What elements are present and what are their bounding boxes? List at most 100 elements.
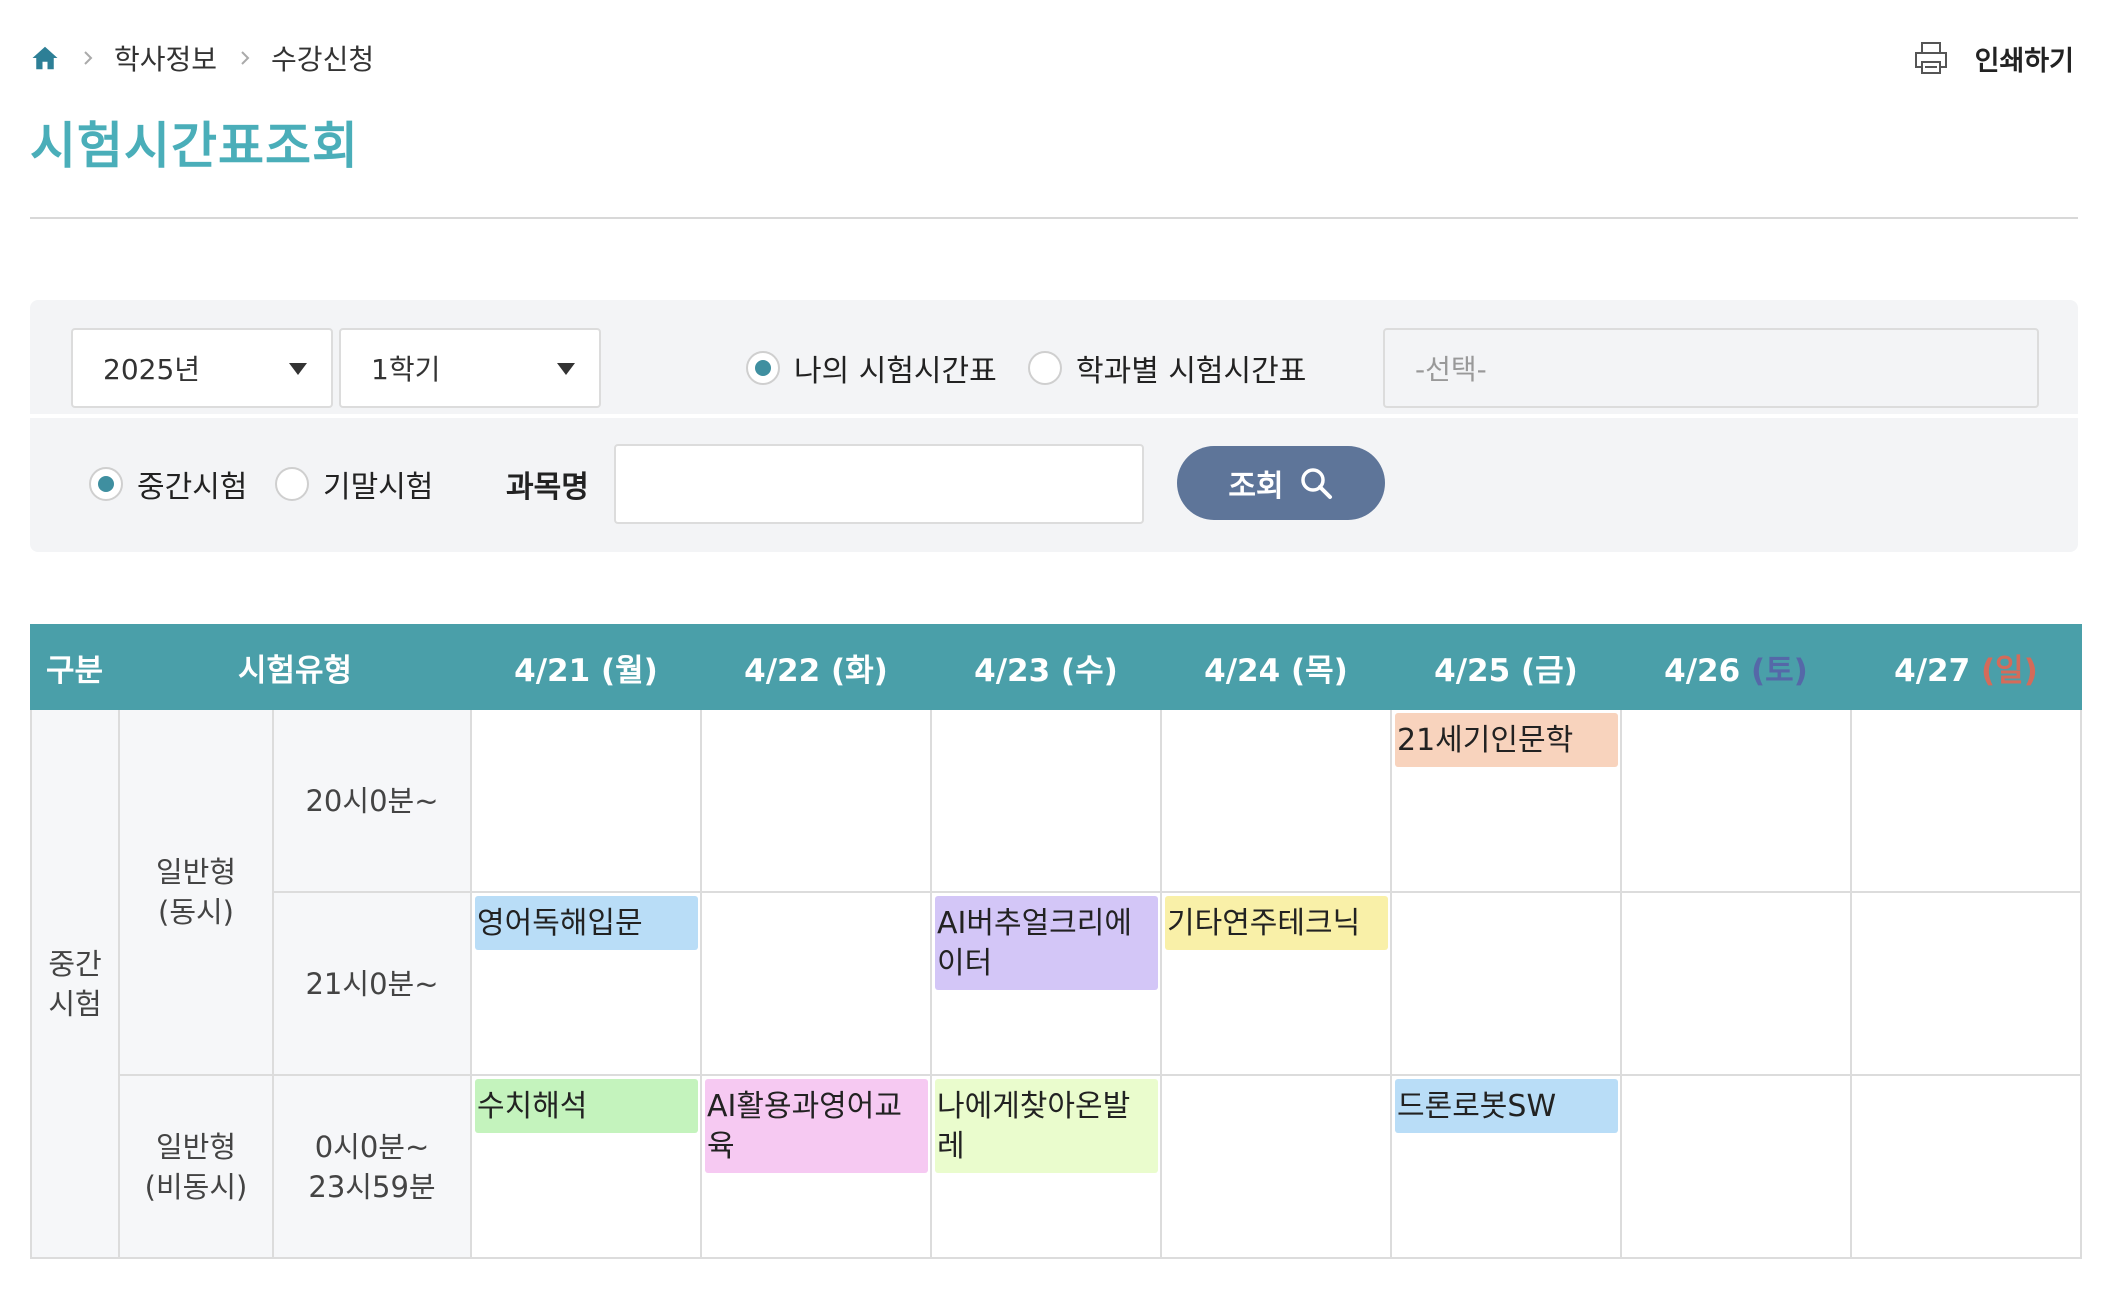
exam-event[interactable]: 영어독해입문 bbox=[475, 896, 698, 950]
schedule-cell: 나에게찾아온발레 bbox=[930, 1074, 1162, 1259]
day-dow: (수) bbox=[1060, 652, 1118, 689]
home-icon[interactable] bbox=[30, 43, 60, 73]
year-select[interactable]: 2025년 bbox=[71, 328, 333, 408]
chevron-right-icon bbox=[82, 51, 96, 65]
category-cell: 중간 시험 bbox=[30, 708, 120, 1259]
schedule-cell: 21세기인문학 bbox=[1390, 708, 1622, 893]
exam-event[interactable]: AI활용과영어교육 bbox=[705, 1079, 928, 1173]
day-date: 4/23 bbox=[974, 652, 1051, 689]
subject-label: 과목명 bbox=[506, 470, 589, 505]
radio-my-timetable[interactable]: 나의 시험시간표 bbox=[746, 348, 997, 389]
schedule-cell bbox=[1850, 1074, 2082, 1259]
exam-event[interactable]: 기타연주테크닉 bbox=[1165, 896, 1388, 950]
header-day: 4/23 (수) bbox=[930, 624, 1162, 710]
schedule-cell bbox=[700, 708, 932, 893]
day-date: 4/22 bbox=[744, 652, 821, 689]
header-day-saturday: 4/26 (토) bbox=[1620, 624, 1852, 710]
radio-unselected-icon[interactable] bbox=[275, 467, 309, 501]
caret-down-icon bbox=[289, 363, 307, 375]
day-dow-saturday: (토) bbox=[1750, 652, 1808, 689]
schedule-cell: 드론로봇SW bbox=[1390, 1074, 1622, 1259]
day-dow: (화) bbox=[830, 652, 888, 689]
table-row: 중간 시험 일반형 (동시) 20시0분~ 21세기인문학 bbox=[30, 708, 2082, 1259]
table-row: 일반형 (비동시) 0시0분~ 23시59분 수치해석 AI활용과영어교육 나에게찾아온… bbox=[31, 1074, 2082, 1259]
day-dow: (금) bbox=[1520, 652, 1578, 689]
semester-select[interactable]: 1학기 bbox=[339, 328, 601, 408]
chevron-right-icon bbox=[239, 51, 253, 65]
schedule-cell bbox=[930, 708, 1162, 893]
radio-final-label: 기말시험 bbox=[323, 470, 434, 505]
breadcrumb: 학사정보 수강신청 bbox=[30, 36, 374, 80]
schedule-cell bbox=[1620, 891, 1852, 1076]
radio-dept-timetable[interactable]: 학과별 시험시간표 bbox=[1028, 348, 1307, 389]
search-icon bbox=[1300, 468, 1332, 499]
title-divider bbox=[30, 217, 2078, 219]
schedule-cell bbox=[1160, 708, 1392, 893]
exam-type-cell: 일반형 (비동시) bbox=[118, 1074, 274, 1259]
exam-type-cell: 일반형 (동시) bbox=[118, 708, 274, 1076]
exam-event[interactable]: 수치해석 bbox=[475, 1079, 698, 1133]
table-row: 21시0분~ 영어독해입문 AI버추얼크리에이터 기타연주테크닉 bbox=[31, 891, 2082, 1076]
radio-midterm-label: 중간시험 bbox=[137, 470, 248, 505]
schedule-cell: 영어독해입문 bbox=[470, 891, 702, 1076]
day-dow-sunday: (일) bbox=[1980, 652, 2038, 689]
schedule-cell: AI버추얼크리에이터 bbox=[930, 891, 1162, 1076]
schedule-cell bbox=[1620, 708, 1852, 893]
day-dow: (목) bbox=[1290, 652, 1348, 689]
schedule-cell: AI활용과영어교육 bbox=[700, 1074, 932, 1259]
exam-event[interactable]: 21세기인문학 bbox=[1395, 713, 1618, 767]
header-day: 4/25 (금) bbox=[1390, 624, 1622, 710]
schedule-cell bbox=[1390, 891, 1622, 1076]
schedule-cell: 수치해석 bbox=[470, 1074, 702, 1259]
breadcrumb-item-registration[interactable]: 수강신청 bbox=[271, 38, 374, 78]
schedule-cell bbox=[1850, 708, 2082, 893]
breadcrumb-item-academic[interactable]: 학사정보 bbox=[114, 38, 217, 78]
subject-input[interactable] bbox=[614, 444, 1144, 524]
semester-select-value: 1학기 bbox=[371, 353, 441, 386]
time-cell: 0시0분~ 23시59분 bbox=[272, 1074, 472, 1259]
day-date: 4/24 bbox=[1204, 652, 1281, 689]
header-day-sunday: 4/27 (일) bbox=[1850, 624, 2082, 710]
day-date: 4/26 bbox=[1664, 652, 1741, 689]
radio-midterm[interactable]: 중간시험 bbox=[89, 464, 248, 505]
search-button-label: 조회 bbox=[1228, 470, 1284, 503]
schedule-cell bbox=[700, 891, 932, 1076]
header-type: 시험유형 bbox=[118, 624, 472, 710]
year-select-value: 2025년 bbox=[103, 353, 201, 386]
exam-event[interactable]: AI버추얼크리에이터 bbox=[935, 896, 1158, 990]
page-title: 시험시간표조회 bbox=[30, 117, 359, 175]
schedule-cell: 기타연주테크닉 bbox=[1160, 891, 1392, 1076]
radio-selected-icon[interactable] bbox=[746, 351, 780, 385]
exam-timetable: 구분 시험유형 4/21 (월) 4/22 (화) 4/23 (수) 4/24 … bbox=[30, 624, 2082, 1259]
time-cell: 21시0분~ bbox=[272, 891, 472, 1076]
printer-icon bbox=[1914, 42, 1947, 74]
caret-down-icon bbox=[557, 363, 575, 375]
exam-event[interactable]: 드론로봇SW bbox=[1395, 1079, 1618, 1133]
radio-final[interactable]: 기말시험 bbox=[275, 464, 434, 505]
day-dow: (월) bbox=[600, 652, 658, 689]
department-select[interactable]: -선택- bbox=[1383, 328, 2039, 408]
day-date: 4/25 bbox=[1434, 652, 1511, 689]
print-label: 인쇄하기 bbox=[1974, 45, 2074, 77]
schedule-cell bbox=[470, 708, 702, 893]
header-category: 구분 bbox=[30, 624, 120, 710]
table-header-row: 구분 시험유형 4/21 (월) 4/22 (화) 4/23 (수) 4/24 … bbox=[30, 624, 2082, 710]
search-panel: 2025년 1학기 나의 시험시간표 학과별 시험시간표 -선택- 중간시험 기… bbox=[30, 300, 2078, 552]
day-date: 4/21 bbox=[514, 652, 591, 689]
time-cell: 20시0분~ bbox=[272, 708, 472, 893]
header-day: 4/21 (월) bbox=[470, 624, 702, 710]
schedule-cell bbox=[1160, 1074, 1392, 1259]
exam-event[interactable]: 나에게찾아온발레 bbox=[935, 1079, 1158, 1173]
header-day: 4/22 (화) bbox=[700, 624, 932, 710]
schedule-cell bbox=[1850, 891, 2082, 1076]
radio-my-label: 나의 시험시간표 bbox=[794, 354, 997, 389]
department-select-placeholder: -선택- bbox=[1415, 353, 1487, 386]
radio-unselected-icon[interactable] bbox=[1028, 351, 1062, 385]
header-day: 4/24 (목) bbox=[1160, 624, 1392, 710]
print-button[interactable]: 인쇄하기 bbox=[1913, 36, 2074, 80]
radio-selected-icon[interactable] bbox=[89, 467, 123, 501]
panel-divider bbox=[30, 414, 2078, 418]
radio-dept-label: 학과별 시험시간표 bbox=[1076, 354, 1307, 389]
search-button[interactable]: 조회 bbox=[1177, 446, 1385, 520]
schedule-cell bbox=[1620, 1074, 1852, 1259]
